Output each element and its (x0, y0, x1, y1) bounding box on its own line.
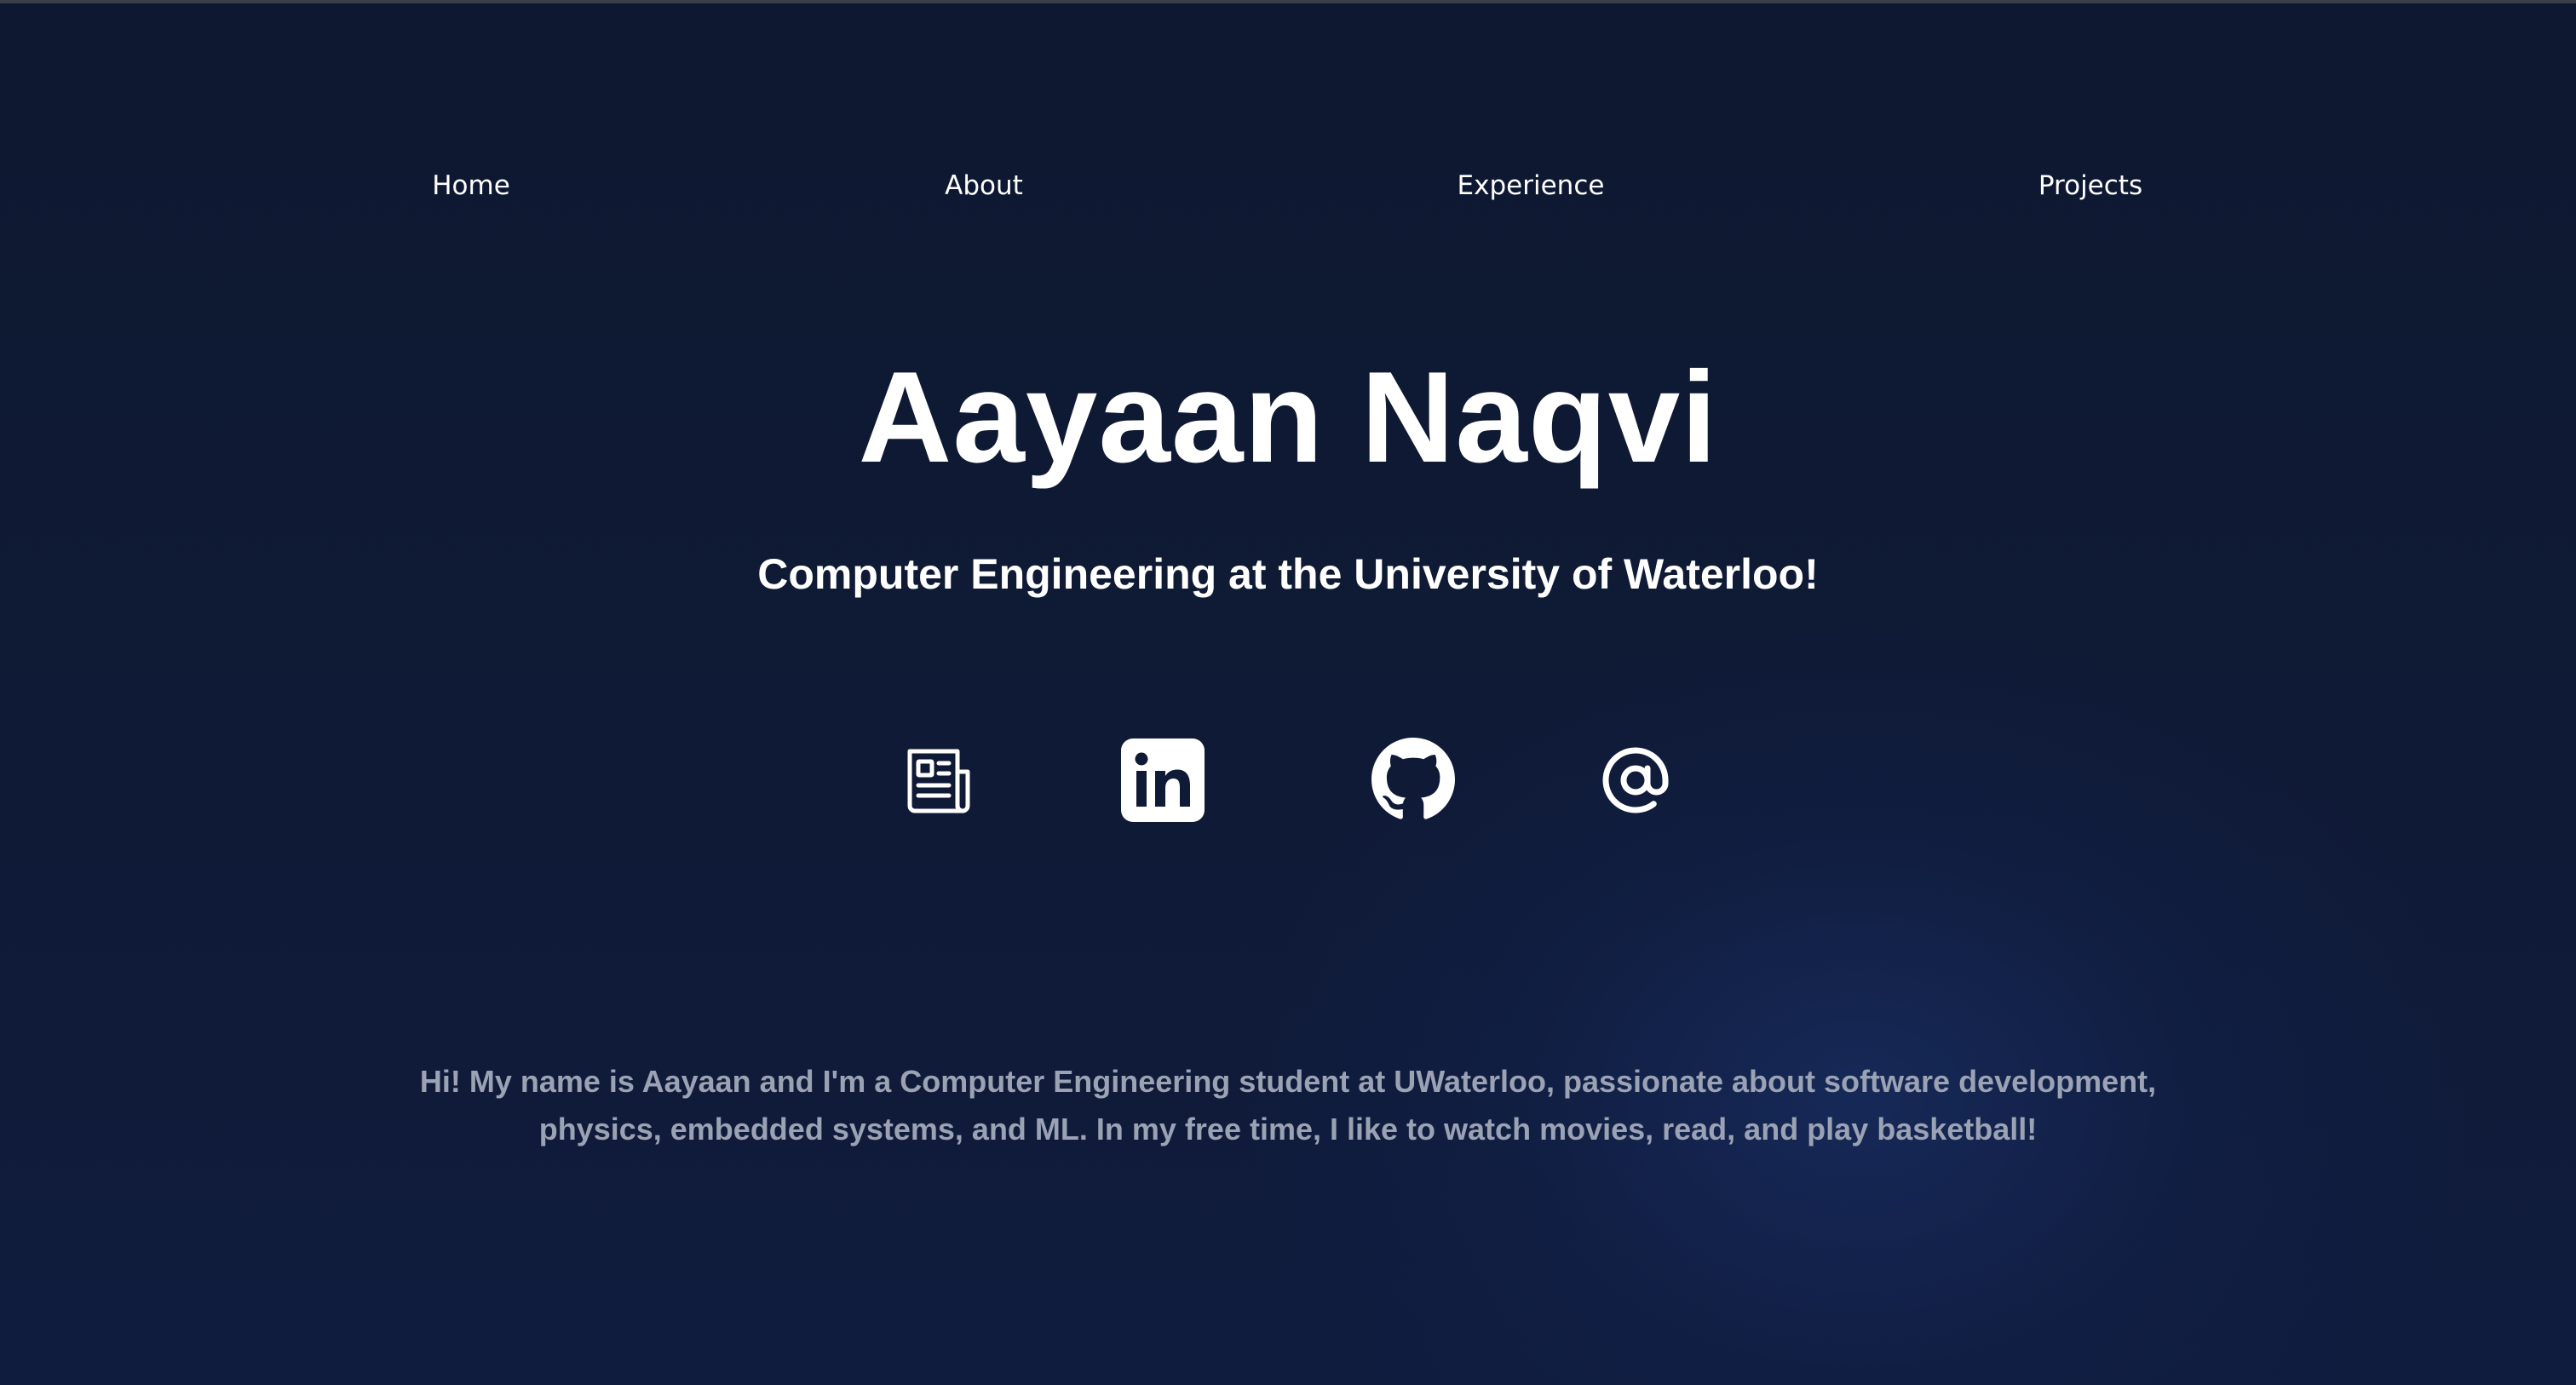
resume-link[interactable] (903, 746, 975, 814)
at-sign-icon (1600, 744, 1671, 816)
linkedin-link[interactable] (1121, 738, 1205, 822)
nav-experience-link[interactable]: Experience (1458, 165, 1605, 206)
nav-home-link[interactable]: Home (432, 165, 510, 206)
github-icon (1371, 738, 1455, 821)
newspaper-icon (903, 746, 975, 814)
bio-text: Hi! My name is Aayaan and I'm a Computer… (419, 1064, 2157, 1147)
nav-projects-link[interactable]: Projects (2038, 165, 2142, 206)
linkedin-icon (1121, 738, 1205, 822)
window-top-border (0, 0, 2576, 3)
nav-about-link[interactable]: About (945, 165, 1023, 206)
hero-name: Aayaan Naqvi (858, 345, 1718, 490)
github-link[interactable] (1371, 738, 1455, 821)
email-link[interactable] (1600, 744, 1671, 816)
hero-subtitle: Computer Engineering at the University o… (757, 550, 1819, 598)
